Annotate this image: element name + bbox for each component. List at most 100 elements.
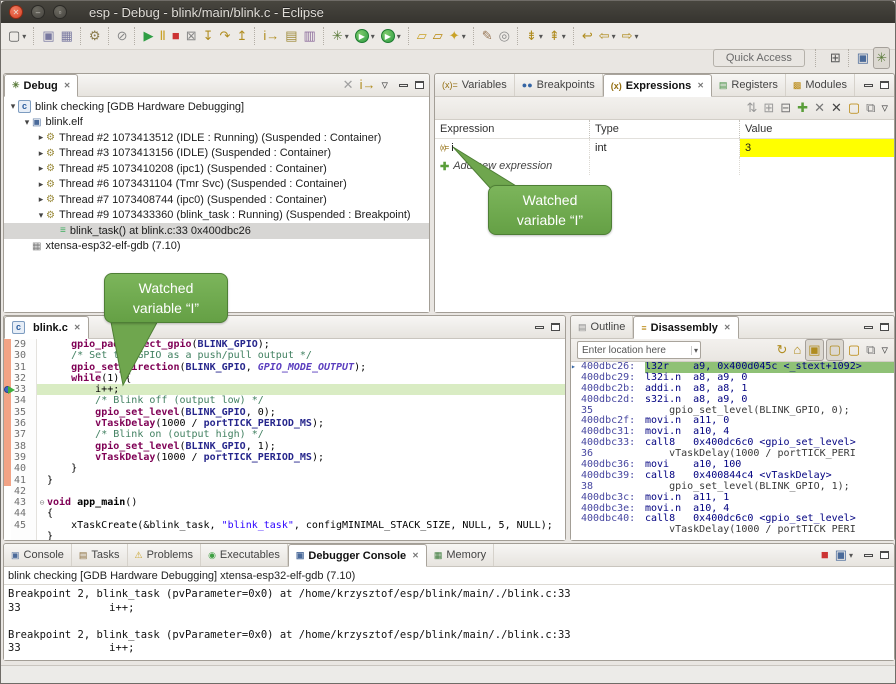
line-number[interactable]: 43 <box>11 497 37 508</box>
close-icon[interactable]: ✕ <box>74 323 81 332</box>
close-icon[interactable]: ✕ <box>412 551 419 560</box>
instruction-stepping-mode-button[interactable]: i→ <box>358 75 378 95</box>
line-number[interactable]: 29 <box>11 339 37 350</box>
open-type-button[interactable]: ▱ <box>415 26 429 46</box>
step-into-button[interactable]: ↧ <box>201 26 216 46</box>
tab-console[interactable]: ▣Console <box>4 544 72 566</box>
new-wizard-button[interactable]: ▢▾ <box>6 26 28 46</box>
breakpoint-instruction-pointer-icon[interactable] <box>4 385 16 394</box>
line-number[interactable]: 38 <box>11 441 37 452</box>
debug-perspective-button[interactable]: ✳ <box>873 47 890 69</box>
new-view-button[interactable]: ▢ <box>846 340 862 360</box>
debug-tree-item[interactable]: ▸⚙Thread #5 1073410208 (ipc1) (Suspended… <box>4 161 429 177</box>
line-number[interactable]: 32 <box>11 373 37 384</box>
view-menu-button[interactable]: ▿ <box>879 98 890 118</box>
tab-registers[interactable]: ▤Registers <box>712 74 786 96</box>
tab-disassembly[interactable]: ≡Disassembly✕ <box>633 316 738 339</box>
tab-debugger-console[interactable]: ▣Debugger Console✕ <box>288 544 427 567</box>
debug-tree-item[interactable]: ▾▣blink.elf <box>4 115 429 131</box>
debug-tree-item[interactable]: ▸⚙Thread #6 1073431104 (Tmr Svc) (Suspen… <box>4 177 429 193</box>
minimize-button[interactable] <box>864 326 873 329</box>
show-type-names-button[interactable]: ⇅ <box>744 98 759 118</box>
tab-variables[interactable]: (x)=Variables <box>435 74 515 96</box>
external-tools-button[interactable]: ▶▾ <box>379 26 403 46</box>
debug-tree-item[interactable]: ▾cblink checking [GDB Hardware Debugging… <box>4 99 429 115</box>
remove-all-expressions-button[interactable]: ✕ <box>829 98 844 118</box>
track-expression-button[interactable]: ▣ <box>805 339 823 361</box>
open-resource-button[interactable]: ▱ <box>431 26 445 46</box>
skip-all-breakpoints-button[interactable]: ⊘ <box>115 26 130 46</box>
maximize-button[interactable] <box>880 551 889 559</box>
view-menu-button[interactable]: ▿ <box>879 340 890 360</box>
chevron-down-icon[interactable]: ▾ <box>691 346 700 355</box>
quick-access-button[interactable]: Quick Access <box>713 49 805 67</box>
line-number[interactable]: 35 <box>11 407 37 418</box>
minimize-button[interactable] <box>864 554 873 557</box>
line-number[interactable]: 42 <box>11 486 37 497</box>
location-combo[interactable]: Enter location here ▾ <box>577 341 701 359</box>
layout-button[interactable]: ⊞ <box>761 98 776 118</box>
cpp-perspective-button[interactable]: ▣ <box>855 48 871 68</box>
line-number[interactable]: 37 <box>11 429 37 440</box>
instruction-stepping-button[interactable]: i→ <box>261 26 281 46</box>
maximize-button[interactable] <box>551 323 560 331</box>
tree-expander-icon[interactable]: ▸ <box>36 194 46 205</box>
collapse-all-button[interactable]: ⊟ <box>778 98 793 118</box>
terminate-button[interactable]: ■ <box>170 26 182 46</box>
memory-view-button[interactable]: ▤ <box>283 26 299 46</box>
remove-all-terminated-button[interactable]: ✕ <box>341 75 356 95</box>
window-maximize-button[interactable]: ▫ <box>53 5 67 19</box>
minimize-button[interactable] <box>864 84 873 87</box>
home-button[interactable]: ⌂ <box>791 340 803 360</box>
minimize-button[interactable] <box>399 84 408 87</box>
tree-expander-icon[interactable]: ▸ <box>36 148 46 159</box>
close-icon[interactable]: ✕ <box>64 81 71 90</box>
tree-expander-icon[interactable]: ▾ <box>22 117 32 128</box>
terminate-console-button[interactable]: ■ <box>819 545 831 565</box>
tab-blink-c[interactable]: c blink.c ✕ <box>4 316 89 339</box>
tab-breakpoints[interactable]: ●●Breakpoints <box>515 74 603 96</box>
line-number[interactable]: 44 <box>11 508 37 519</box>
forward-button[interactable]: ⇨▾ <box>620 26 641 46</box>
debug-tree-item[interactable]: ▾⚙Thread #9 1073433360 (blink_task : Run… <box>4 208 429 224</box>
run-button[interactable]: ▶▾ <box>353 26 377 46</box>
resume-button[interactable]: ▶ <box>141 26 155 46</box>
window-minimize-button[interactable]: – <box>31 5 45 19</box>
debug-tree-item[interactable]: ≡blink_task() at blink.c:33 0x400dbc26 <box>4 223 429 239</box>
toggle-occurrences-button[interactable]: ◎ <box>497 26 512 46</box>
new-view-button[interactable]: ▢ <box>846 98 862 118</box>
link-view-button[interactable]: ⧉ <box>864 98 877 118</box>
line-number[interactable]: 39 <box>11 452 37 463</box>
display-selected-console-button[interactable]: ▣▾ <box>833 545 855 565</box>
next-annotation-button[interactable]: ⇟▾ <box>524 26 545 46</box>
tree-expander-icon[interactable]: ▸ <box>36 132 46 143</box>
tab-expressions[interactable]: (x)Expressions✕ <box>603 74 712 97</box>
sync-selection-button[interactable]: ▢ <box>826 339 844 361</box>
line-number[interactable]: 40 <box>11 463 37 474</box>
link-view-button[interactable]: ⧉ <box>864 340 877 360</box>
line-number[interactable]: 31 <box>11 362 37 373</box>
disconnect-button[interactable]: ⊠ <box>184 26 199 46</box>
search-button[interactable]: ✦▾ <box>447 26 468 46</box>
profile-view-button[interactable]: ▥ <box>302 26 318 46</box>
tree-expander-icon[interactable]: ▾ <box>8 101 18 112</box>
tab-executables[interactable]: ◉Executables <box>201 544 288 566</box>
debug-button[interactable]: ✳▾ <box>330 26 351 46</box>
tab-tasks[interactable]: ▤Tasks <box>72 544 128 566</box>
open-perspective-button[interactable]: ⊞ <box>828 48 843 68</box>
debug-tree-item[interactable]: ▸⚙Thread #2 1073413512 (IDLE : Running) … <box>4 130 429 146</box>
add-expression-button[interactable]: ✚ <box>795 98 810 118</box>
debug-tree-item[interactable]: ▸⚙Thread #7 1073408744 (ipc0) (Suspended… <box>4 192 429 208</box>
maximize-button[interactable] <box>880 323 889 331</box>
maximize-button[interactable] <box>415 81 424 89</box>
back-button[interactable]: ⇦▾ <box>597 26 618 46</box>
tree-expander-icon[interactable]: ▸ <box>36 179 46 190</box>
tab-problems[interactable]: ⚠Problems <box>128 544 202 566</box>
suspend-button[interactable]: Ⅱ <box>157 26 167 46</box>
line-number[interactable]: 34 <box>11 395 37 406</box>
refresh-button[interactable]: ↻ <box>775 340 790 360</box>
tab-modules[interactable]: ▩Modules <box>786 74 855 96</box>
debug-tree-item[interactable]: ▦xtensa-esp32-elf-gdb (7.10) <box>4 239 429 255</box>
line-number[interactable]: 30 <box>11 350 37 361</box>
tab-memory[interactable]: ▦Memory <box>427 544 494 566</box>
